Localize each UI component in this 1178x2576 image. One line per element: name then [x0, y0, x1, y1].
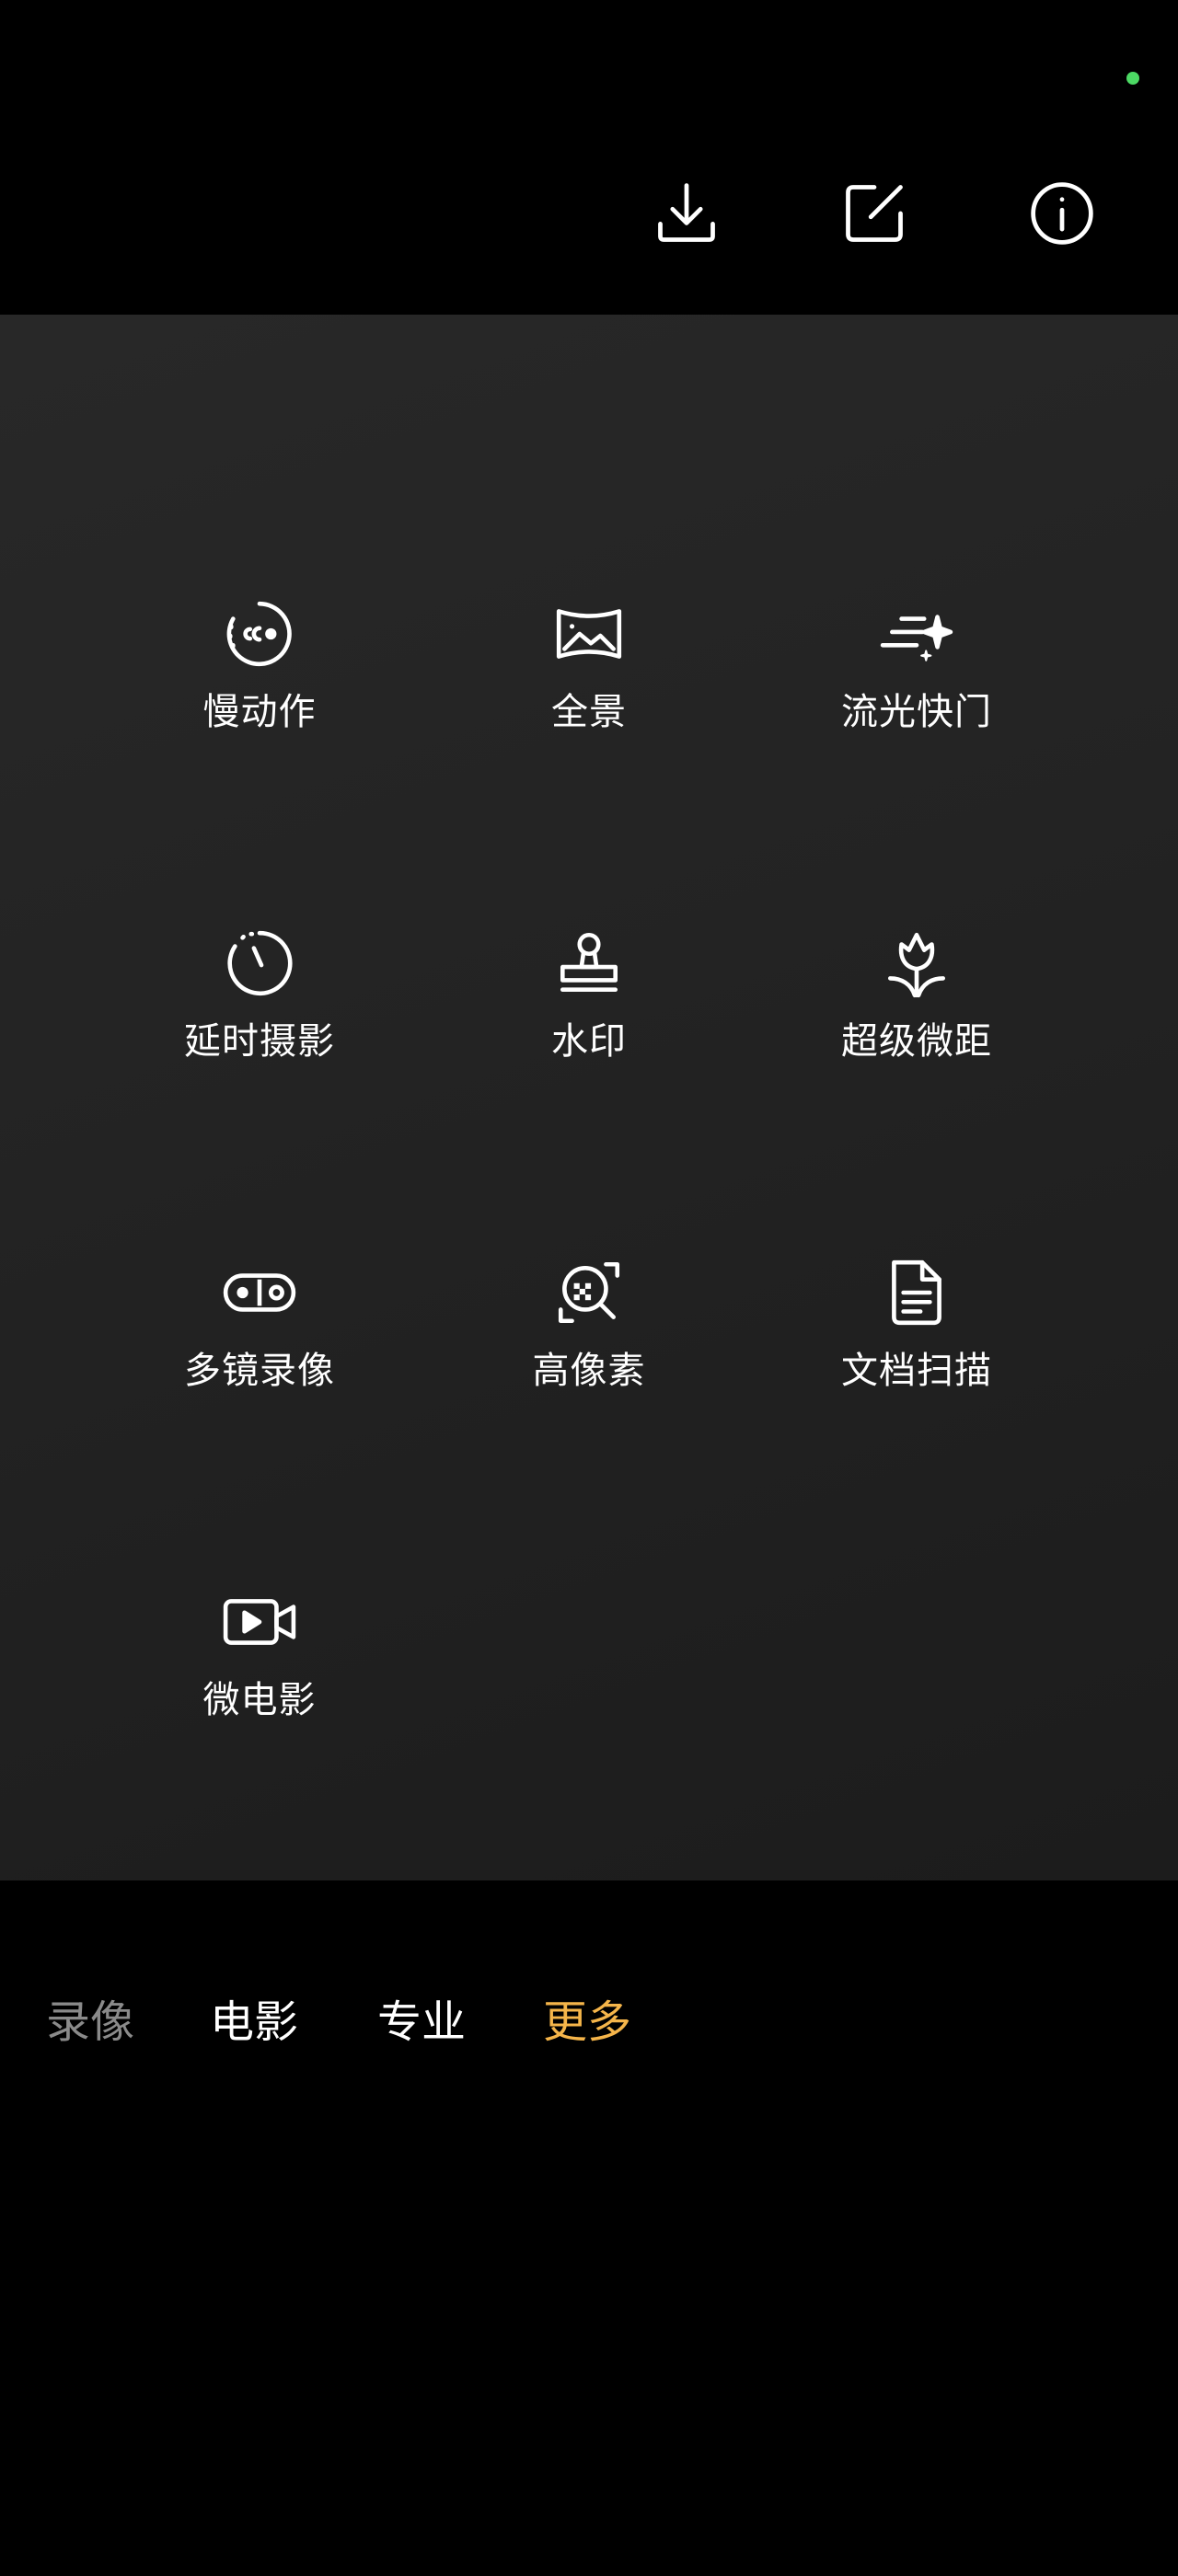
mode-label: 文档扫描 — [841, 1350, 992, 1392]
edit-icon — [846, 185, 903, 242]
light-trail-shutter-icon — [880, 615, 953, 661]
high-pixel-icon — [558, 1261, 620, 1324]
mode-label: 超级微距 — [841, 1020, 992, 1063]
mode-grid: 慢动作 全景 流光快门 延时摄影 水印 超级微距 多镜录像 高像素 文档扫描 微… — [0, 315, 1178, 1880]
privacy-indicator-dot — [1126, 72, 1139, 85]
mode-high-pixel[interactable]: 高像素 — [460, 1251, 718, 1463]
mode-label: 微电影 — [202, 1679, 317, 1721]
mode-tab-video[interactable]: 录像 — [46, 1993, 134, 2052]
mode-tab-more[interactable]: 更多 — [543, 1993, 631, 2052]
panorama-icon — [556, 609, 622, 659]
edit-button[interactable] — [837, 177, 911, 250]
mode-label: 全景 — [551, 691, 627, 733]
mode-document-scan[interactable]: 文档扫描 — [788, 1251, 1045, 1463]
timelapse-icon — [227, 930, 293, 996]
info-button[interactable] — [1025, 177, 1099, 250]
mode-label: 延时摄影 — [184, 1020, 335, 1063]
download-icon — [658, 183, 715, 242]
mode-timelapse[interactable]: 延时摄影 — [131, 922, 388, 1133]
mode-label: 流光快门 — [841, 691, 992, 733]
slow-motion-icon — [226, 601, 292, 667]
mode-multi-camera[interactable]: 多镜录像 — [131, 1251, 388, 1463]
mode-tab-cinema[interactable]: 电影 — [210, 1993, 298, 2052]
stamp-icon — [560, 932, 618, 993]
camera-mode-bar: 录像 电影 专业 更多 — [0, 1880, 1178, 2576]
mode-label: 水印 — [551, 1020, 627, 1063]
mode-micro-movie[interactable]: 微电影 — [131, 1581, 388, 1792]
info-icon — [1031, 182, 1093, 245]
multi-camera-icon — [223, 1273, 296, 1312]
macro-flower-icon — [887, 932, 946, 998]
mode-label: 多镜录像 — [184, 1350, 335, 1392]
more-modes-panel: 慢动作 全景 流光快门 延时摄影 水印 超级微距 多镜录像 高像素 文档扫描 微… — [0, 315, 1178, 1880]
mode-watermark[interactable]: 水印 — [460, 922, 718, 1133]
mode-label: 慢动作 — [202, 691, 317, 733]
movie-camera-icon — [223, 1599, 296, 1645]
mode-panorama[interactable]: 全景 — [460, 592, 718, 804]
mode-slow-motion[interactable]: 慢动作 — [131, 592, 388, 804]
mode-label: 高像素 — [532, 1350, 646, 1392]
download-button[interactable] — [650, 177, 723, 250]
document-scan-icon — [892, 1259, 941, 1326]
top-toolbar — [0, 0, 1178, 315]
mode-tab-pro[interactable]: 专业 — [377, 1993, 466, 2052]
mode-super-macro[interactable]: 超级微距 — [788, 922, 1045, 1133]
mode-light-trail-shutter[interactable]: 流光快门 — [788, 592, 1045, 804]
